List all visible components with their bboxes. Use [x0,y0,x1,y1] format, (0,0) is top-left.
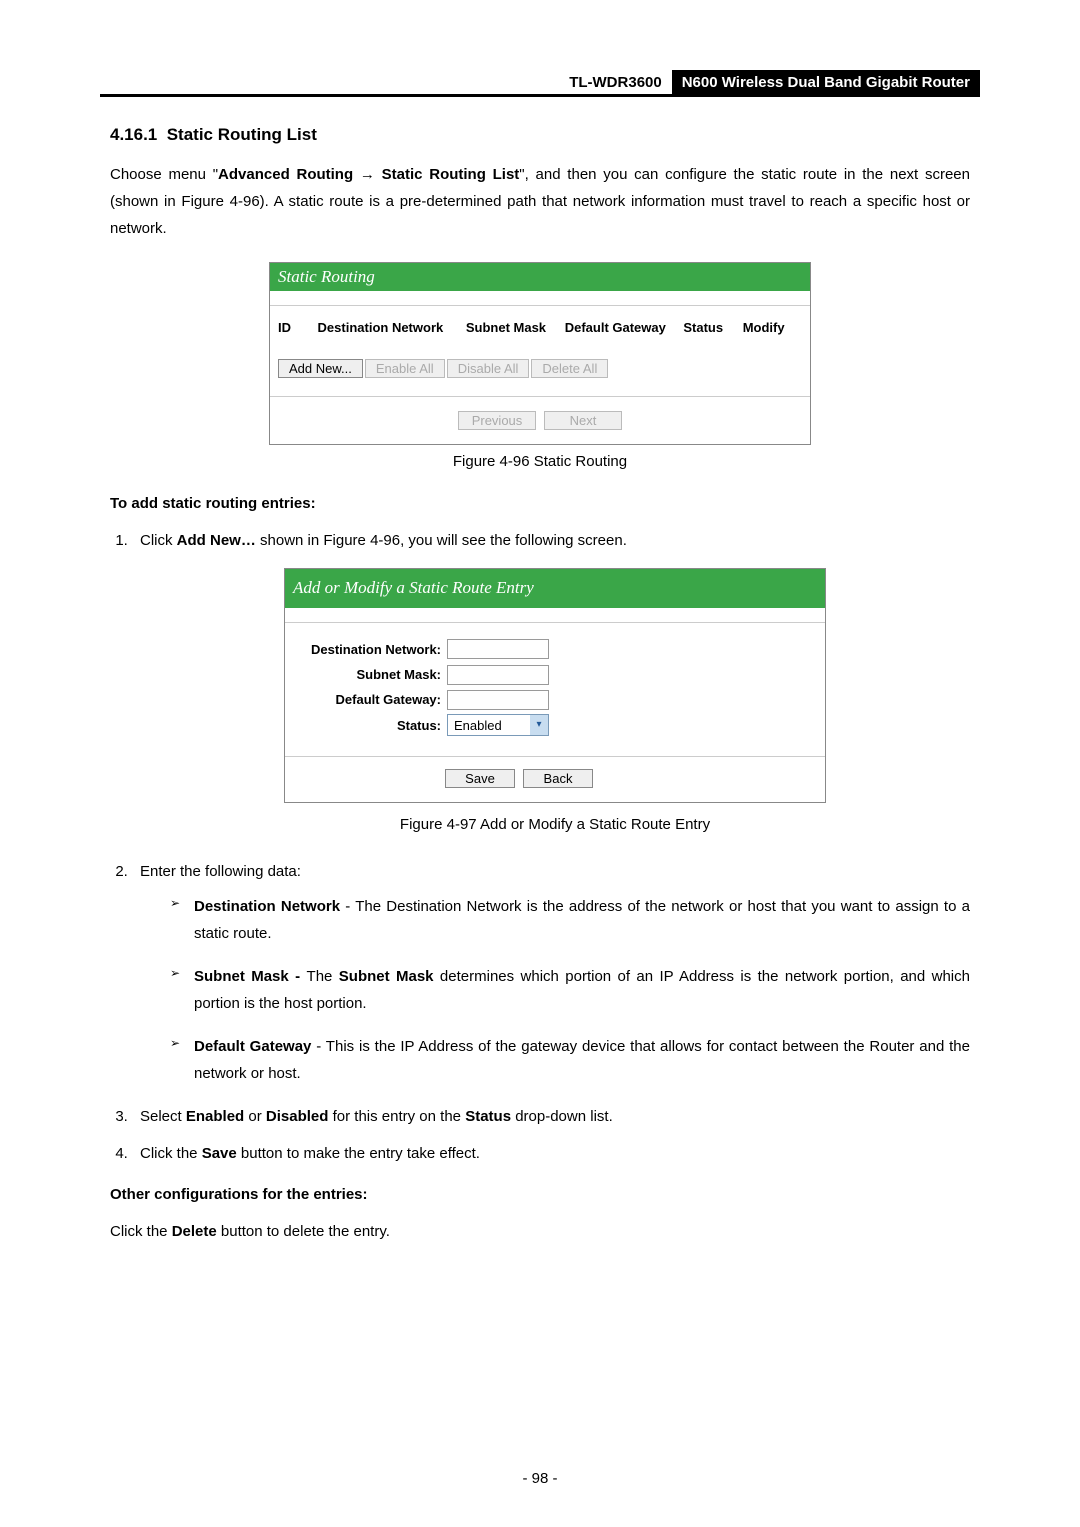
pager-buttons: Previous Next [270,397,810,444]
subnet-mask-input[interactable] [447,665,549,685]
form-row-status: Status: Enabled ▾ [285,713,825,738]
label-dest: Destination Network: [293,638,447,661]
default-gateway-input[interactable] [447,690,549,710]
field-descriptions: Destination Network - The Destination Ne… [140,893,970,1087]
previous-button[interactable]: Previous [458,411,536,430]
status-select[interactable]: Enabled ▾ [447,714,549,736]
form-row-gw: Default Gateway: [285,687,825,712]
disable-all-button[interactable]: Disable All [447,359,530,378]
other-config-text: Click the Delete button to delete the en… [110,1218,970,1245]
chevron-down-icon: ▾ [530,715,548,735]
label-status: Status: [293,714,447,737]
status-value: Enabled [448,714,530,737]
desc-gw: Default Gateway - This is the IP Address… [170,1033,970,1087]
desc-mask: Subnet Mask - The Subnet Mask determines… [170,963,970,1017]
enable-all-button[interactable]: Enable All [365,359,445,378]
back-button[interactable]: Back [523,769,593,788]
model-number: TL-WDR3600 [559,70,672,94]
step-2: Enter the following data: Destination Ne… [132,858,970,1087]
table-header: ID Destination Network Subnet Mask Defau… [270,306,810,359]
next-button[interactable]: Next [544,411,622,430]
intro-paragraph: Choose menu "Advanced Routing → Static R… [110,161,970,242]
panel-title: Add or Modify a Static Route Entry [285,569,825,608]
save-button[interactable]: Save [445,769,515,788]
panel-title: Static Routing [270,263,810,291]
col-modify: Modify [743,320,802,335]
form-row-dest: Destination Network: [285,637,825,662]
static-routing-panel: Static Routing ID Destination Network Su… [269,262,811,445]
page-number: - 98 - [0,1470,1080,1487]
desc-dest: Destination Network - The Destination Ne… [170,893,970,947]
col-mask: Subnet Mask [466,320,565,335]
steps-list: Click Add New… shown in Figure 4-96, you… [110,527,970,1167]
other-config-heading: Other configurations for the entries: [110,1181,970,1208]
add-modify-panel: Add or Modify a Static Route Entry Desti… [284,568,826,803]
form-row-mask: Subnet Mask: [285,662,825,687]
col-status: Status [683,320,742,335]
figure-caption-97: Figure 4-97 Add or Modify a Static Route… [140,811,970,838]
col-id: ID [278,320,318,335]
figure-caption-96: Figure 4-96 Static Routing [100,453,980,470]
step-4: Click the Save button to make the entry … [132,1140,970,1167]
label-mask: Subnet Mask: [293,663,447,686]
section-heading: 4.16.1 Static Routing List [110,125,980,145]
table-buttons: Add New... Enable All Disable All Delete… [270,359,810,397]
col-gw: Default Gateway [565,320,684,335]
save-back-row: Save Back [285,756,825,802]
step-1: Click Add New… shown in Figure 4-96, you… [132,527,970,838]
document-header: TL-WDR3600 N600 Wireless Dual Band Gigab… [100,70,980,97]
add-entries-heading: To add static routing entries: [110,490,970,517]
delete-all-button[interactable]: Delete All [531,359,608,378]
step-3: Select Enabled or Disabled for this entr… [132,1103,970,1130]
label-gw: Default Gateway: [293,688,447,711]
col-dest: Destination Network [318,320,466,335]
product-name: N600 Wireless Dual Band Gigabit Router [672,70,980,94]
destination-network-input[interactable] [447,639,549,659]
add-new-button[interactable]: Add New... [278,359,363,378]
